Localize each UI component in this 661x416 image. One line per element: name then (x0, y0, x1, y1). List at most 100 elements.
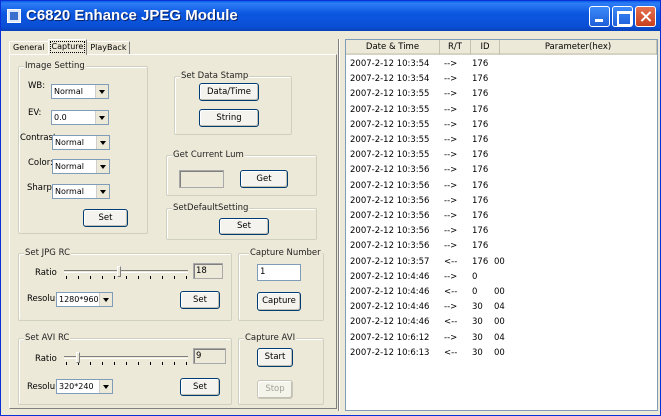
cell-id: 176 (472, 256, 489, 267)
table-row[interactable]: 2007-2-12 10:4:46 <-- 0 00 (346, 285, 657, 299)
cell-rt: --> (444, 104, 458, 115)
maximize-button[interactable] (612, 6, 633, 27)
slider-track (64, 270, 188, 273)
cell-date-time: 2007-2-12 10:3:56 (350, 195, 430, 206)
table-row[interactable]: 2007-2-12 10:3:56 --> 176 (346, 179, 657, 193)
default-set-button[interactable]: Set (219, 218, 269, 235)
default-setting-title: SetDefaultSetting (172, 203, 250, 213)
slider-tick (150, 276, 151, 279)
chevron-down-icon[interactable] (99, 380, 112, 393)
avi-start-button[interactable]: Start (257, 348, 293, 367)
table-row[interactable]: 2007-2-12 10:3:56 --> 176 (346, 194, 657, 208)
color-value: Normal (55, 162, 84, 171)
table-row[interactable]: 2007-2-12 10:3:55 --> 176 (346, 148, 657, 162)
slider-thumb[interactable] (76, 352, 80, 363)
cell-rt: --> (444, 332, 458, 343)
avi-set-button[interactable]: Set (180, 378, 220, 396)
chevron-down-icon[interactable] (95, 111, 108, 124)
avi-resolution-select[interactable]: 320*240 (56, 379, 113, 394)
ev-select[interactable]: 0.0 (51, 110, 109, 125)
table-row[interactable]: 2007-2-12 10:3:56 --> 176 (346, 239, 657, 253)
table-row[interactable]: 2007-2-12 10:3:56 --> 176 (346, 209, 657, 223)
table-row[interactable]: 2007-2-12 10:3:55 --> 176 (346, 133, 657, 147)
lum-value-field (179, 170, 224, 188)
image-set-button[interactable]: Set (83, 209, 128, 227)
cell-parameter: 00 (494, 347, 505, 358)
cell-rt: --> (444, 165, 458, 176)
jpg-resolution-select[interactable]: 1280*960 (56, 292, 113, 307)
cell-id: 30 (472, 302, 483, 313)
col-rt[interactable]: R/T (440, 40, 471, 55)
log-list[interactable]: Date & Time R/T ID Parameter(hex) 2007-2… (345, 39, 658, 411)
tab-general[interactable]: General (9, 41, 49, 55)
cell-date-time: 2007-2-12 10:3:55 (350, 150, 430, 161)
image-setting-group: Image Setting WB: Normal EV: 0.0 Contras… (18, 61, 148, 234)
table-row[interactable]: 2007-2-12 10:4:46 --> 0 (346, 270, 657, 284)
slider-tick (114, 276, 115, 279)
chevron-down-icon[interactable] (96, 136, 109, 149)
table-row[interactable]: 2007-2-12 10:3:55 --> 176 (346, 87, 657, 101)
color-select[interactable]: Normal (52, 159, 110, 174)
contrast-select[interactable]: Normal (52, 135, 110, 150)
cell-date-time: 2007-2-12 10:3:56 (350, 226, 430, 237)
get-lum-button[interactable]: Get (240, 170, 288, 188)
table-row[interactable]: 2007-2-12 10:6:13 <-- 30 00 (346, 346, 657, 360)
table-row[interactable]: 2007-2-12 10:3:54 --> 176 (346, 57, 657, 71)
table-row[interactable]: 2007-2-12 10:3:56 --> 176 (346, 163, 657, 177)
panel-splitter[interactable] (338, 39, 340, 411)
ev-label: EV: (28, 108, 42, 118)
title-bar[interactable]: C6820 Enhance JPEG Module (1, 1, 660, 31)
avi-rc-title: Set AVI RC (24, 333, 71, 343)
chevron-down-icon[interactable] (95, 85, 108, 98)
wb-select[interactable]: Normal (51, 84, 109, 99)
table-row[interactable]: 2007-2-12 10:4:46 --> 30 04 (346, 300, 657, 314)
tab-playback[interactable]: PlayBack (86, 41, 131, 55)
table-row[interactable]: 2007-2-12 10:3:57 <-- 176 00 (346, 255, 657, 269)
chevron-down-icon[interactable] (99, 293, 112, 306)
close-button[interactable] (635, 6, 656, 27)
table-row[interactable]: 2007-2-12 10:4:46 <-- 30 00 (346, 315, 657, 329)
col-date-time[interactable]: Date & Time (346, 40, 440, 55)
slider-tick (150, 362, 151, 365)
cell-id: 176 (472, 89, 489, 100)
table-row[interactable]: 2007-2-12 10:3:56 --> 176 (346, 224, 657, 238)
cell-id: 176 (472, 180, 489, 191)
string-button[interactable]: String (199, 109, 259, 127)
chevron-down-icon[interactable] (96, 185, 109, 198)
table-row[interactable]: 2007-2-12 10:6:12 --> 30 04 (346, 331, 657, 345)
table-row[interactable]: 2007-2-12 10:3:55 --> 176 (346, 118, 657, 132)
slider-tick (90, 362, 91, 365)
app-icon[interactable] (7, 9, 21, 23)
cell-date-time: 2007-2-12 10:3:55 (350, 104, 430, 115)
avi-stop-button[interactable]: Stop (257, 380, 293, 399)
cell-rt: --> (444, 180, 458, 191)
col-parameter[interactable]: Parameter(hex) (500, 40, 657, 55)
jpg-ratio-value: 18 (193, 263, 223, 279)
avi-resolution-value: 320*240 (59, 382, 94, 391)
minimize-button[interactable] (589, 6, 610, 27)
slider-thumb[interactable] (117, 266, 121, 277)
capture-count-input[interactable]: 1 (257, 264, 301, 281)
jpg-ratio-slider[interactable] (64, 266, 188, 280)
datetime-button[interactable]: Data/Time (199, 83, 259, 101)
cell-rt: --> (444, 195, 458, 206)
cell-id: 0 (472, 271, 478, 282)
tab-capture[interactable]: Capture (47, 39, 88, 55)
chevron-down-icon[interactable] (96, 160, 109, 173)
col-id[interactable]: ID (471, 40, 500, 55)
data-stamp-group: Set Data Stamp Data/Time String (174, 71, 292, 135)
jpg-rc-group: Set JPG RC Ratio 18 Resolu 1280*960 Set (18, 248, 232, 321)
cell-date-time: 2007-2-12 10:3:56 (350, 211, 430, 221)
table-row[interactable]: 2007-2-12 10:3:55 --> 176 (346, 103, 657, 117)
cell-date-time: 2007-2-12 10:4:46 (350, 302, 430, 313)
table-row[interactable]: 2007-2-12 10:3:54 --> 176 (346, 72, 657, 86)
avi-resolu-label: Resolu (27, 382, 56, 392)
slider-tick (126, 276, 127, 279)
capture-button[interactable]: Capture (257, 292, 301, 311)
avi-ratio-slider[interactable] (64, 352, 188, 366)
sharp-select[interactable]: Normal (52, 184, 110, 199)
slider-track (64, 356, 188, 359)
cell-rt: --> (444, 241, 458, 252)
jpg-set-button[interactable]: Set (180, 291, 220, 309)
tab-strip: General Capture PlayBack (9, 39, 131, 55)
